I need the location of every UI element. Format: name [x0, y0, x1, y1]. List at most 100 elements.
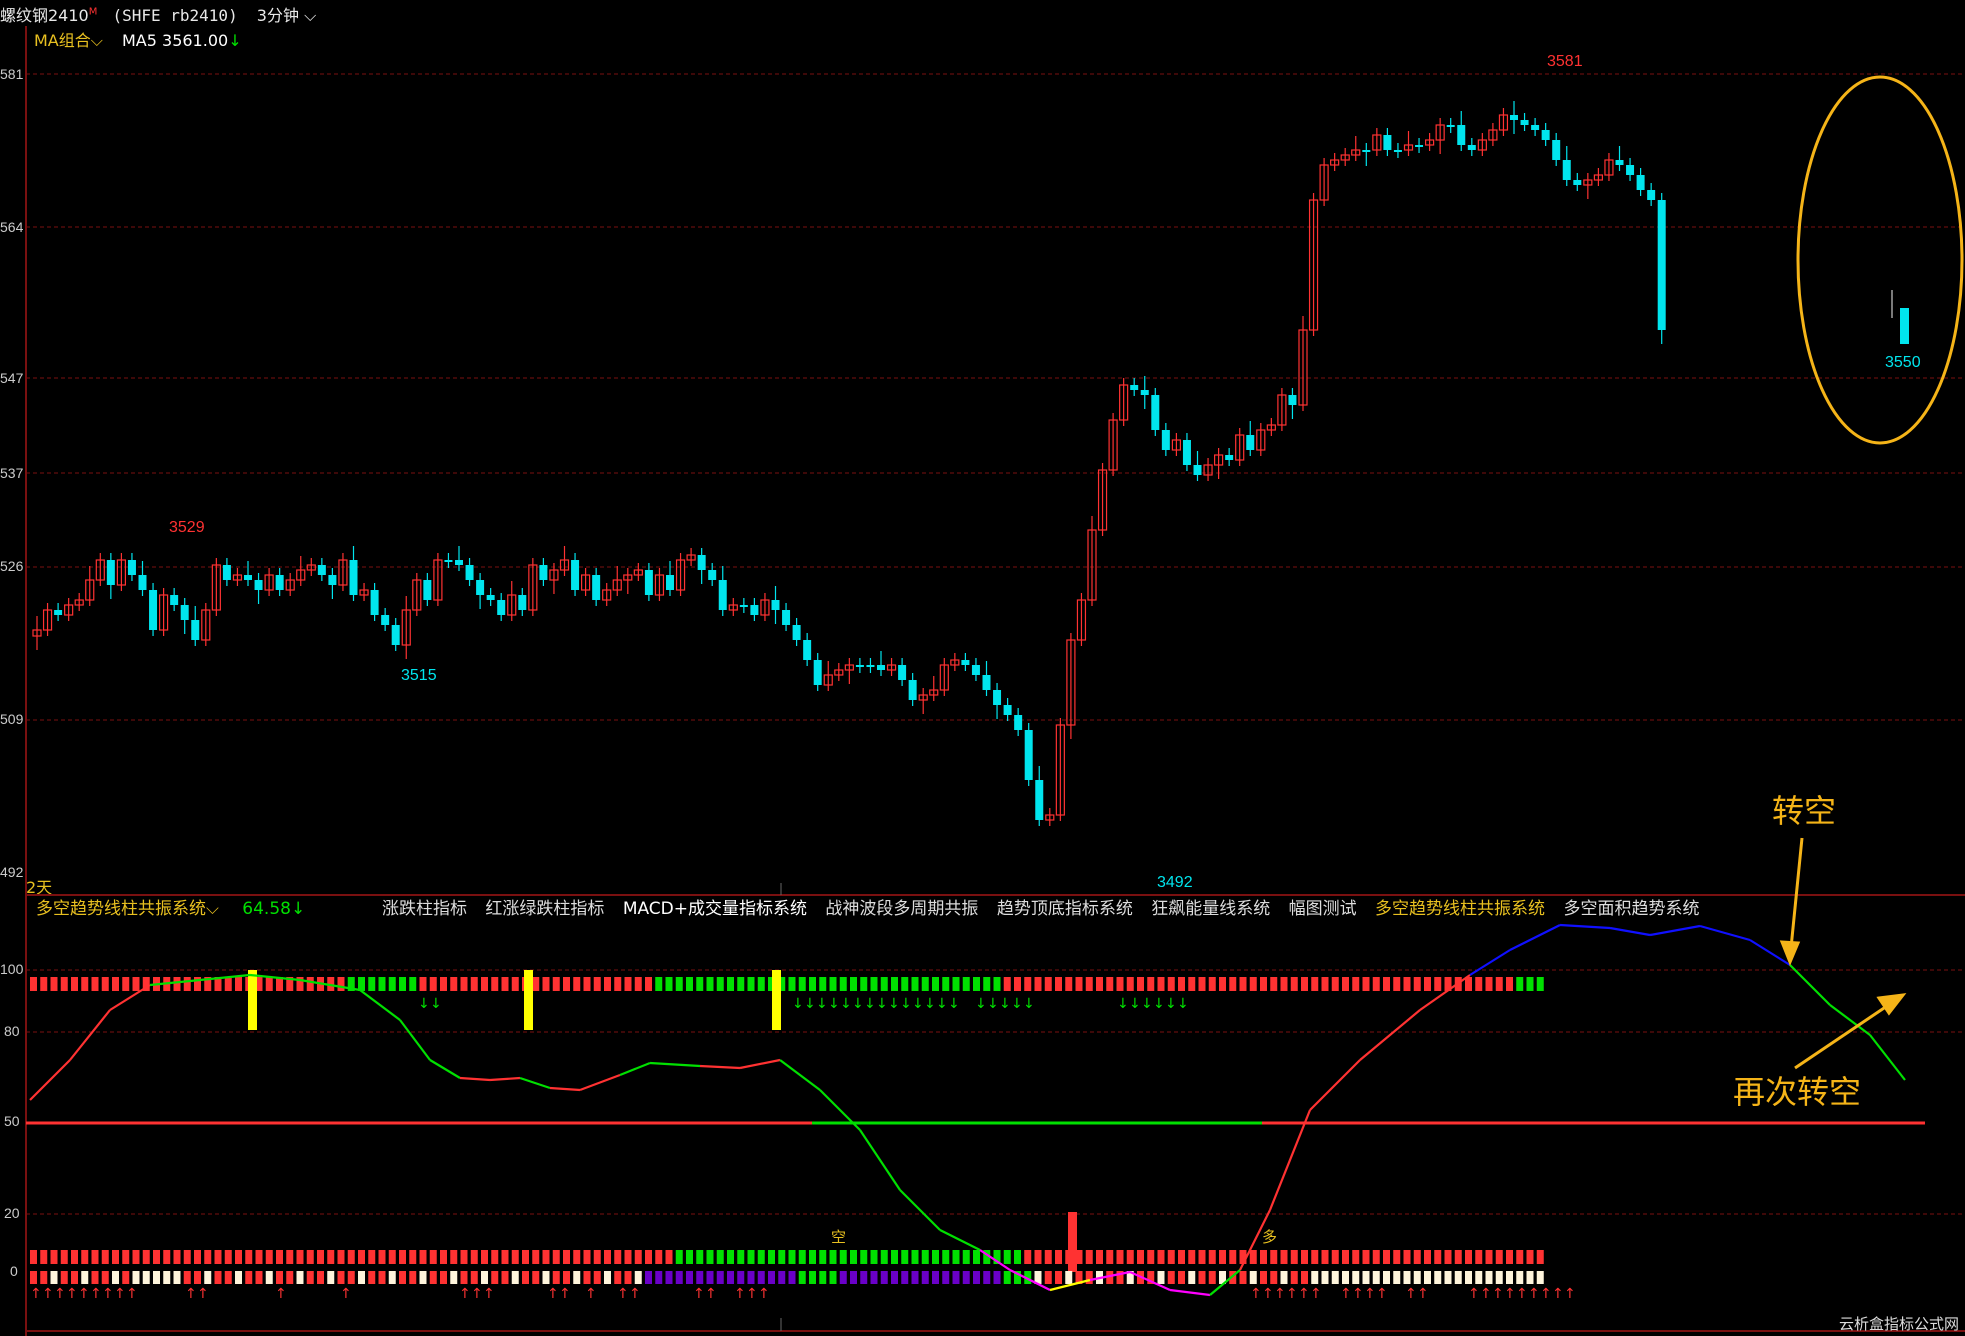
signal-square	[419, 1250, 427, 1264]
signal-square	[378, 977, 386, 991]
up-arrow-icon: ↑	[1340, 1286, 1352, 1302]
candle-body-down	[1003, 705, 1012, 715]
trend-line-segment	[1699, 924, 1751, 942]
signal-square	[1024, 1250, 1032, 1264]
up-arrow-icon: ↑	[1352, 1286, 1364, 1302]
down-arrow-icon: ↓	[1141, 996, 1153, 1012]
turn-short-again-callout: 再次转空	[1733, 1073, 1862, 1111]
signal-square	[1444, 1271, 1452, 1284]
signal-square	[470, 1271, 478, 1284]
candle-body-down	[1014, 715, 1023, 730]
up-arrow-icon: ↑	[1274, 1286, 1286, 1302]
signal-square	[1475, 977, 1483, 991]
signal-square	[737, 1271, 745, 1284]
indicator-value: 64.58↓	[242, 899, 306, 919]
tab-indicator[interactable]: 红涨绿跌柱指标	[485, 899, 604, 919]
signal-square	[1198, 1271, 1206, 1284]
down-arrow-icon: ↓	[1117, 996, 1129, 1012]
signal-square	[901, 977, 909, 991]
trend-line-segment	[739, 1058, 781, 1070]
candle-body-down	[1182, 440, 1191, 465]
signal-square	[891, 1250, 898, 1264]
signal-square	[911, 1271, 919, 1284]
signal-square	[81, 1271, 89, 1284]
signal-square	[1290, 1271, 1298, 1284]
signal-square	[614, 1271, 622, 1284]
up-arrow-icon: ↑	[1405, 1286, 1417, 1302]
signal-square	[101, 977, 109, 991]
signal-square	[317, 1250, 324, 1264]
candle-body-down	[444, 560, 453, 562]
candle-body-down	[106, 560, 115, 585]
candle-body-down	[1900, 308, 1909, 344]
signal-square	[962, 1250, 970, 1264]
signal-square	[91, 1250, 99, 1264]
signal-square	[235, 1271, 242, 1284]
tab-indicator[interactable]: MACD+成交量指标系统	[623, 899, 807, 919]
trend-line-segment	[359, 989, 401, 1021]
candle-body-down	[497, 600, 506, 615]
signal-square	[1055, 1250, 1062, 1264]
down-arrow-icon: ↓	[999, 996, 1011, 1012]
signal-square	[481, 1250, 488, 1264]
signal-square	[1372, 1271, 1380, 1284]
signal-square	[460, 1271, 468, 1284]
up-arrow-icon: ↑	[1298, 1286, 1310, 1302]
up-arrow-icon: ↑	[1528, 1286, 1540, 1302]
signal-square	[60, 1250, 68, 1264]
tab-indicator[interactable]: 狂飙能量线系统	[1151, 899, 1270, 919]
down-arrow-icon: ↓	[876, 996, 888, 1012]
signal-square	[1014, 977, 1021, 991]
signal-square	[1403, 1271, 1411, 1284]
signal-square	[122, 977, 130, 991]
signal-square	[388, 1250, 396, 1264]
signal-square	[696, 1250, 704, 1264]
signal-square	[747, 1271, 755, 1284]
tab-indicator[interactable]: 战神波段多周期共振	[825, 899, 978, 919]
signal-square	[716, 977, 724, 991]
up-arrow-icon: ↑	[746, 1286, 758, 1302]
signal-bar	[248, 970, 257, 1030]
kline-chart[interactable]: ↓ ↓ ↓ ↓ ↓ ↓ ↓ ↓ ↓ ↓ ↓ ↓ ↓ ↓ ↓ ↓ ↓ ↓ ↓ ↓ ↓ ↓ ↓ ↓ ↓ ↓ ↓↑ ↑ ↑ ↑ ↑ ↑ ↑ ↑ ↑ ↑ ↑ ↑ ↑…	[0, 0, 1965, 1336]
signal-square	[317, 1271, 324, 1284]
candle-body-down	[666, 575, 674, 590]
signal-square	[1096, 1250, 1103, 1264]
candle-body-down	[518, 595, 527, 610]
candle-body-down	[739, 605, 748, 607]
up-arrow-icon: ↑	[114, 1286, 126, 1302]
signal-square	[552, 1271, 560, 1284]
signal-square	[112, 977, 119, 991]
tab-indicator-active[interactable]: 多空趋势线柱共振系统	[1375, 899, 1545, 919]
tab-indicator[interactable]: 趋势顶底指标系统	[997, 899, 1133, 919]
signal-square	[788, 1271, 796, 1284]
highlight-ellipse	[1796, 75, 1964, 445]
signal-square	[91, 977, 99, 991]
signal-square	[1311, 1271, 1319, 1284]
signal-square	[809, 977, 816, 991]
signal-square	[1362, 1250, 1370, 1264]
candle-body-down	[328, 575, 337, 585]
signal-square	[1516, 1271, 1524, 1284]
candle-body-down	[1383, 135, 1392, 150]
tab-indicator[interactable]: 多空面积趋势系统	[1563, 899, 1699, 919]
signal-square	[1383, 977, 1390, 991]
tab-indicator[interactable]: 幅图测试	[1289, 899, 1357, 919]
signal-square	[593, 1271, 601, 1284]
signal-square	[40, 977, 48, 991]
signal-square	[91, 1271, 99, 1284]
candle-body-down	[486, 595, 495, 600]
trend-line-segment	[699, 1064, 741, 1070]
signal-square	[573, 1271, 581, 1284]
signal-square	[112, 1271, 119, 1284]
signal-square	[204, 1271, 212, 1284]
signal-square	[880, 977, 888, 991]
callout-arrows	[1779, 837, 1907, 1070]
signal-square	[768, 1250, 775, 1264]
candle-body-down	[149, 590, 158, 630]
indicator-title[interactable]: 多空趋势线柱共振系统⌵ 64.58↓	[36, 894, 305, 919]
candle-body-down	[391, 625, 400, 645]
tab-indicator[interactable]: 涨跌柱指标	[382, 899, 467, 919]
signal-square	[819, 977, 827, 991]
signal-square	[50, 1271, 58, 1284]
signal-square	[81, 977, 89, 991]
